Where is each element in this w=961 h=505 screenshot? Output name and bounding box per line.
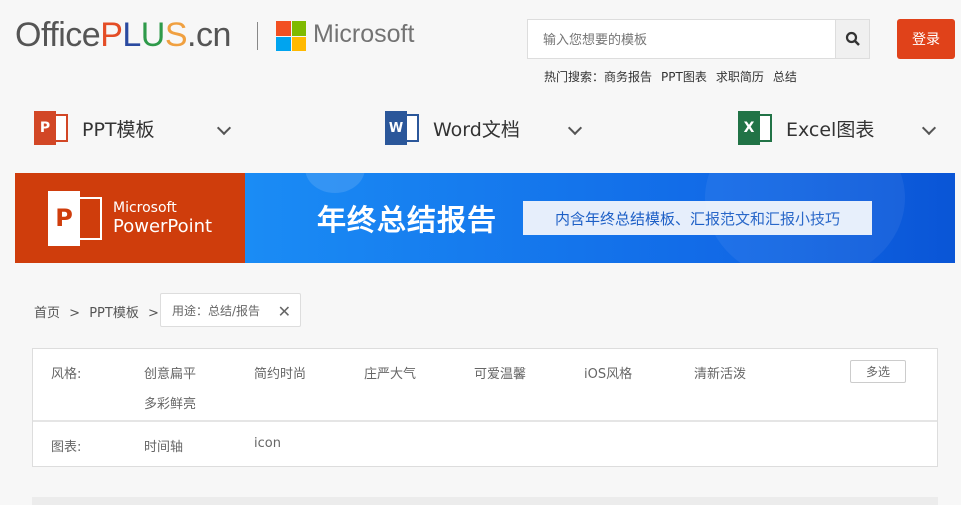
microsoft-logo-icon [276, 21, 306, 51]
filter-tag: 用途：总结/报告 ✕ [160, 293, 301, 327]
chart-option[interactable]: 时间轴 [144, 436, 183, 455]
hot-label: 热门搜索： [544, 70, 605, 84]
chevron-down-icon[interactable] [921, 120, 937, 136]
close-icon[interactable]: ✕ [278, 302, 291, 321]
chart-label: 图表: [51, 440, 82, 455]
chevron-down-icon[interactable] [567, 120, 583, 136]
powerpoint-logo-icon: P [48, 190, 103, 246]
style-option[interactable]: 创意扁平 [144, 363, 196, 382]
style-option[interactable]: 可爱温馨 [474, 363, 526, 382]
hot-term[interactable]: PPT图表 [661, 70, 707, 84]
breadcrumb-ppt[interactable]: PPT模板 [89, 306, 139, 321]
hot-term[interactable]: 求职简历 [716, 70, 764, 84]
search-button[interactable] [835, 20, 869, 58]
banner-content: 年终总结报告 内含年终总结模板、汇报范文和汇报小技巧 [245, 173, 955, 263]
style-option[interactable]: 清新活泼 [694, 363, 746, 382]
breadcrumb-home[interactable]: 首页 [34, 306, 60, 321]
breadcrumb: 首页 > PPT模板 > [34, 302, 159, 321]
banner[interactable]: P Microsoft PowerPoint 年终总结报告 内含年终总结模板、汇报… [15, 173, 955, 263]
nav-label: PPT模板 [82, 118, 155, 141]
style-option[interactable]: 多彩鲜亮 [144, 393, 196, 412]
microsoft-brand: Microsoft [313, 20, 415, 48]
style-filter-row: 风格: 创意扁平 简约时尚 庄严大气 可爱温馨 iOS风格 清新活泼 多彩鲜亮 … [33, 349, 937, 422]
breadcrumb-sep: > [147, 306, 159, 321]
nav-word[interactable]: W Word文档 [385, 110, 520, 146]
filter-panel: 风格: 创意扁平 简约时尚 庄严大气 可爱温馨 iOS风格 清新活泼 多彩鲜亮 … [32, 348, 938, 467]
search-box [527, 19, 870, 59]
chevron-down-icon[interactable] [216, 120, 232, 136]
chart-filter-row: 图表: 时间轴 icon [33, 422, 937, 466]
excel-icon: X [738, 111, 774, 145]
chart-option[interactable]: icon [254, 436, 281, 451]
banner-title: 年终总结报告 [317, 203, 498, 237]
breadcrumb-sep: > [69, 306, 81, 321]
nav-excel[interactable]: X Excel图表 [738, 110, 874, 146]
nav-ppt[interactable]: P PPT模板 [34, 110, 155, 146]
login-button[interactable]: 登录 [897, 19, 955, 59]
hot-term[interactable]: 商务报告 [604, 70, 652, 84]
nav-label: Excel图表 [786, 118, 875, 141]
word-icon: W [385, 111, 421, 145]
search-input[interactable] [528, 20, 835, 58]
product-label: PowerPoint [113, 215, 213, 237]
officeplus-logo[interactable]: OfficePLUS.cn [15, 16, 231, 55]
style-option[interactable]: 简约时尚 [254, 363, 306, 382]
filter-tag-label: 用途：总结/报告 [172, 303, 261, 318]
multi-select-button[interactable]: 多选 [850, 360, 906, 383]
toolbar-edge [32, 497, 938, 505]
search-icon [845, 31, 860, 46]
nav-label: Word文档 [433, 118, 520, 141]
style-option[interactable]: iOS风格 [584, 363, 632, 382]
logo-divider [257, 22, 258, 50]
ms-label: Microsoft [113, 199, 177, 216]
style-label: 风格: [51, 367, 82, 382]
powerpoint-brand: P Microsoft PowerPoint [15, 173, 245, 263]
hot-term[interactable]: 总结 [773, 70, 797, 84]
powerpoint-icon: P [34, 111, 70, 145]
hot-searches: 热门搜索：商务报告 PPT图表 求职简历 总结 [544, 68, 806, 85]
style-option[interactable]: 庄严大气 [364, 363, 416, 382]
